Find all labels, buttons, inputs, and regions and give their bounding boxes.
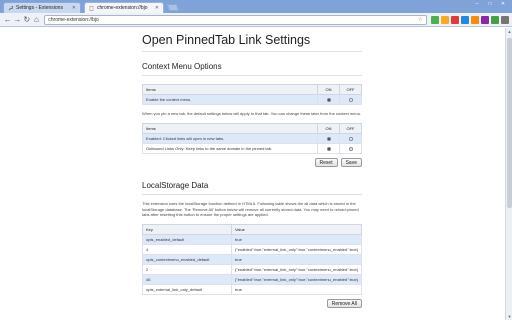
table-row: opts_external_link_only_default true [142, 284, 363, 296]
col-key: Key [142, 224, 232, 236]
row-label: Enabled: Clicked links will open in new … [142, 132, 318, 144]
key-cell: 2 [142, 264, 232, 276]
value-cell: true [230, 234, 363, 246]
reset-button[interactable]: Reset [314, 157, 338, 167]
key-cell: 4 [142, 244, 232, 256]
radio-off[interactable] [348, 146, 353, 151]
extension-icon[interactable] [451, 15, 460, 24]
local-storage-description: This extension uses the localStorage fun… [142, 200, 359, 218]
row-label: Outbound Links Only: Keep links to the s… [142, 142, 318, 154]
page-title: Open PinnedTab Link Settings [142, 33, 362, 52]
settings-buttons: Reset Save [142, 157, 362, 167]
window-controls: – □ ✕ [472, 1, 508, 7]
wrench-icon [8, 5, 14, 11]
col-off: OFF [339, 122, 362, 134]
radio-off[interactable] [348, 97, 353, 102]
back-arrow-icon[interactable]: ← [3, 15, 13, 25]
close-icon[interactable]: ✕ [155, 5, 159, 11]
radio-on[interactable] [326, 146, 331, 151]
wrench-menu-icon[interactable] [501, 15, 510, 24]
browser-toolbar: ← → ↻ ⌂ chrome-extension://bjo ☆ [0, 13, 512, 27]
value-cell: true [230, 284, 363, 296]
forward-arrow-icon[interactable]: → [13, 15, 23, 25]
storage-buttons: Remove All [142, 299, 362, 309]
maximize-button[interactable]: □ [485, 1, 495, 7]
save-button[interactable]: Save [340, 157, 362, 167]
table-row: Outbound Links Only: Keep links to the s… [142, 142, 362, 154]
page-icon [89, 5, 94, 11]
scroll-down-icon[interactable]: ▼ [506, 313, 512, 320]
radio-on[interactable] [326, 136, 331, 141]
value-cell: true [230, 254, 363, 266]
radio-on[interactable] [326, 97, 331, 102]
table-row: opts_contextmenu_enabled_default true [142, 254, 363, 266]
star-icon[interactable]: ☆ [418, 16, 423, 23]
table-row: Enabled: Clicked links will open in new … [142, 132, 362, 144]
col-items: Items [142, 84, 318, 95]
scrollbar-thumb[interactable] [507, 38, 512, 208]
value-cell: {"enabled":true,"external_link_only":tru… [230, 244, 363, 256]
context-menu-table: Items ON OFF Enable the context menu. [142, 84, 362, 105]
table-row: Enable the context menu. [142, 94, 362, 105]
default-settings-table: Items ON OFF Enabled: Clicked links will… [142, 122, 362, 154]
settings-page: Open PinnedTab Link Settings Context Men… [142, 33, 363, 309]
col-value: Value [230, 224, 363, 236]
value-cell: {"enabled":true,"external_link_only":tru… [230, 274, 363, 286]
local-storage-table: Key Value opts_enabled_default true 4 {"… [142, 224, 363, 296]
table-row: opts_enabled_default true [142, 234, 363, 246]
extension-icon[interactable] [461, 15, 470, 24]
tab-extensions[interactable]: Settings - Extensions ✕ [3, 2, 81, 13]
new-tab-button[interactable] [166, 4, 180, 11]
radio-off[interactable] [348, 136, 353, 141]
value-cell: {"enabled":true,"external_link_only":tru… [230, 264, 363, 276]
table-row: 4 {"enabled":true,"external_link_only":t… [142, 244, 363, 256]
address-text: chrome-extension://bjo [48, 16, 99, 23]
remove-all-button[interactable]: Remove All [326, 299, 362, 309]
col-off: OFF [339, 84, 362, 95]
local-storage-heading: LocalStorage Data [142, 181, 362, 195]
col-items: Items [142, 122, 318, 134]
extension-icon[interactable] [491, 15, 500, 24]
close-window-button[interactable]: ✕ [498, 1, 508, 7]
tab-options-page[interactable]: chrome-extension://bjo ✕ [84, 2, 164, 13]
pin-description: When you pin a new tab, the default sett… [142, 111, 362, 116]
home-icon[interactable]: ⌂ [32, 15, 42, 25]
col-on: ON [317, 122, 340, 134]
context-menu-heading: Context Menu Options [142, 62, 362, 76]
key-cell: opts_external_link_only_default [142, 284, 232, 296]
row-label: Enable the context menu. [142, 94, 318, 105]
tab-strip: Settings - Extensions ✕ chrome-extension… [0, 0, 512, 13]
key-cell: opts_contextmenu_enabled_default [142, 254, 232, 266]
extension-icons [431, 15, 510, 24]
key-cell: 46 [142, 274, 232, 286]
vertical-scrollbar[interactable]: ▲ ▼ [505, 28, 512, 320]
table-row: 2 {"enabled":true,"external_link_only":t… [142, 264, 363, 276]
tab-label: chrome-extension://bjo [97, 5, 148, 11]
extension-icon[interactable] [431, 15, 440, 24]
minimize-button[interactable]: – [472, 1, 482, 7]
reload-icon[interactable]: ↻ [22, 15, 32, 25]
col-on: ON [317, 84, 340, 95]
table-row: 46 {"enabled":true,"external_link_only":… [142, 274, 363, 286]
scroll-up-icon[interactable]: ▲ [506, 28, 512, 35]
extension-icon[interactable] [441, 15, 450, 24]
extension-icon[interactable] [471, 15, 480, 24]
key-cell: opts_enabled_default [142, 234, 232, 246]
tab-label: Settings - Extensions [16, 5, 63, 11]
address-bar[interactable]: chrome-extension://bjo ☆ [44, 14, 428, 25]
extension-icon[interactable] [481, 15, 490, 24]
close-icon[interactable]: ✕ [72, 5, 76, 11]
